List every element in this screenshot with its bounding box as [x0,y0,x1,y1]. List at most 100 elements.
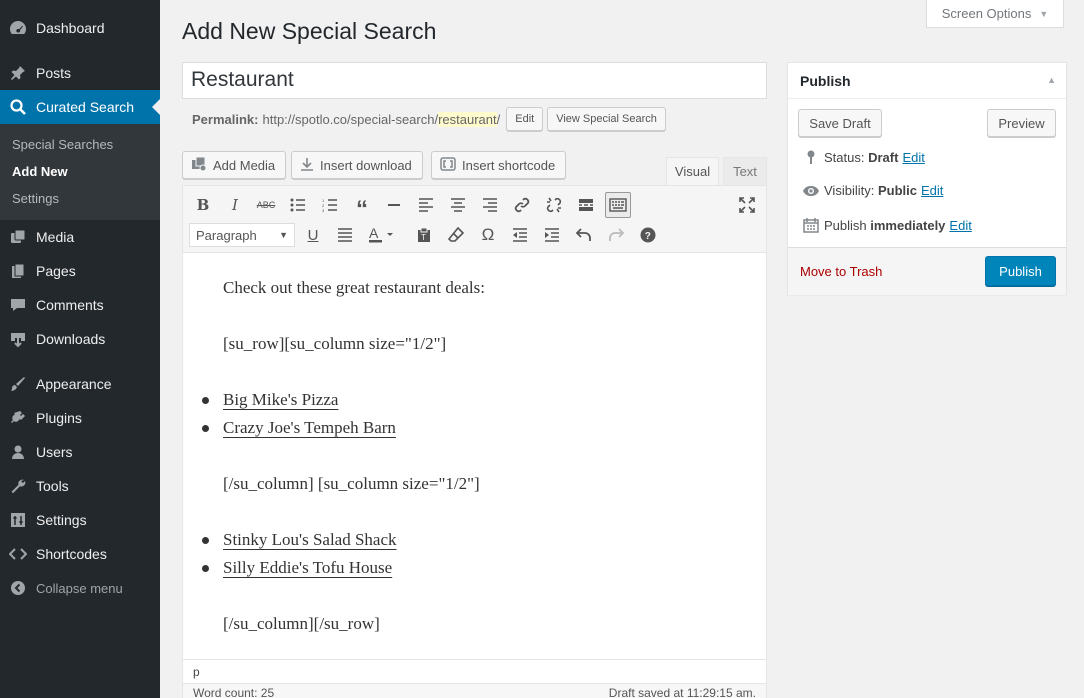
tab-visual[interactable]: Visual [666,157,719,186]
menu-users[interactable]: Users [0,435,160,469]
element-path[interactable]: p [193,665,200,679]
search-icon [0,98,36,116]
menu-media[interactable]: Media [0,220,160,254]
permalink-slug[interactable]: restaurant [438,111,497,127]
list-bullet [202,565,209,572]
restaurant-link[interactable]: Silly Eddie's Tofu House [223,558,392,578]
menu-tools[interactable]: Tools [0,469,160,503]
restaurant-link[interactable]: Big Mike's Pizza [223,390,338,410]
chevron-down-icon: ▼ [1039,8,1049,19]
publish-date-row: Publish immediately Edit [800,217,972,233]
wrench-icon [0,477,36,495]
list-bullet [202,425,209,432]
page-title: Add New Special Search [182,18,437,44]
restaurant-link[interactable]: Crazy Joe's Tempeh Barn [223,418,396,438]
pages-icon [0,262,36,280]
menu-label: Shortcodes [36,546,107,562]
collapse-toggle-icon[interactable]: ▲ [1047,75,1056,85]
horizontal-line-icon[interactable] [381,192,407,218]
settings-icon [0,511,36,529]
menu-posts[interactable]: Posts [0,56,160,90]
menu-curated-search[interactable]: Curated Search [0,90,160,124]
bold-icon[interactable]: B [190,192,216,218]
publish-value: immediately [870,217,946,233]
svg-text:3: 3 [322,208,325,212]
shortcode-icon [440,156,456,175]
menu-settings[interactable]: Settings [0,503,160,537]
edit-visibility-link[interactable]: Edit [921,183,943,198]
menu-label: Users [36,444,73,460]
publish-header[interactable]: Publish [788,63,1066,99]
undo-icon[interactable] [571,222,597,248]
insert-download-label: Insert download [320,157,412,173]
format-select-value: Paragraph [196,227,257,243]
underline-icon[interactable]: U [300,222,326,248]
align-right-icon[interactable] [477,192,503,218]
help-icon[interactable]: ? [635,222,661,248]
add-media-button[interactable]: Add Media [182,151,287,179]
fullscreen-icon[interactable] [734,192,760,218]
link-icon[interactable] [509,192,535,218]
preview-button[interactable]: Preview [987,109,1056,137]
redo-icon[interactable] [603,222,629,248]
collapse-label: Collapse menu [36,580,123,596]
menu-pages[interactable]: Pages [0,254,160,288]
publish-label: Publish [824,217,867,233]
publish-button[interactable]: Publish [985,256,1056,286]
visibility-label: Visibility: [824,183,875,198]
toolbar-toggle-icon[interactable] [605,192,631,218]
menu-label: Comments [36,297,104,313]
list-bullet [202,397,209,404]
title-input[interactable]: Restaurant [182,62,767,99]
align-left-icon[interactable] [413,192,439,218]
editor-content[interactable]: Check out these great restaurant deals: … [183,254,766,659]
blockquote-icon[interactable]: “ [349,192,375,223]
content-paragraph: Check out these great restaurant deals: [223,278,485,297]
edit-date-link[interactable]: Edit [949,218,971,233]
insert-shortcode-button[interactable]: Insert shortcode [431,151,567,179]
justify-icon[interactable] [332,222,358,248]
menu-plugins[interactable]: Plugins [0,401,160,435]
submenu-special-searches[interactable]: Special Searches [12,137,113,152]
submenu-settings[interactable]: Settings [12,191,59,206]
menu-appearance[interactable]: Appearance [0,367,160,401]
permalink-url[interactable]: http://spotlo.co/special-search/ [262,112,438,127]
unlink-icon[interactable] [541,192,567,218]
save-draft-button[interactable]: Save Draft [798,109,882,137]
chevron-down-icon: ▼ [279,230,288,240]
clear-formatting-icon[interactable] [443,222,469,248]
read-more-icon[interactable] [573,192,599,218]
menu-dashboard[interactable]: Dashboard [0,11,160,45]
special-character-icon[interactable]: Ω [475,222,501,248]
menu-downloads[interactable]: Downloads [0,322,160,356]
tab-text[interactable]: Text [723,157,767,186]
list-bullet [202,537,209,544]
paste-text-icon[interactable]: T [411,222,437,248]
word-count: Word count: 25 [193,686,275,698]
collapse-menu-button[interactable]: Collapse menu [0,571,160,605]
edit-status-link[interactable]: Edit [902,150,924,165]
permalink-suffix: / [496,111,501,127]
screen-options-button[interactable]: Screen Options ▼ [926,0,1064,28]
view-special-search-button[interactable]: View Special Search [547,107,666,131]
paragraph-format-select[interactable]: Paragraph ▼ [189,223,295,247]
italic-icon[interactable]: I [222,192,248,218]
menu-comments[interactable]: Comments [0,288,160,322]
strikethrough-icon[interactable]: ABC [253,192,279,218]
visibility-value: Public [877,183,917,198]
restaurant-link[interactable]: Stinky Lou's Salad Shack [223,530,397,550]
bullet-list-icon[interactable] [285,192,311,218]
indent-icon[interactable] [539,222,565,248]
edit-permalink-button[interactable]: Edit [506,107,544,131]
align-center-icon[interactable] [445,192,471,218]
user-icon [0,443,36,461]
menu-shortcodes[interactable]: Shortcodes [0,537,160,571]
numbered-list-icon[interactable]: 123 [317,192,343,218]
outdent-icon[interactable] [507,222,533,248]
submenu-add-new[interactable]: Add New [12,164,68,179]
insert-download-button[interactable]: Insert download [291,151,423,179]
move-to-trash-link[interactable]: Move to Trash [800,264,882,279]
pin-icon [800,149,822,165]
eye-icon [800,185,822,197]
text-color-icon[interactable]: A [364,222,400,248]
